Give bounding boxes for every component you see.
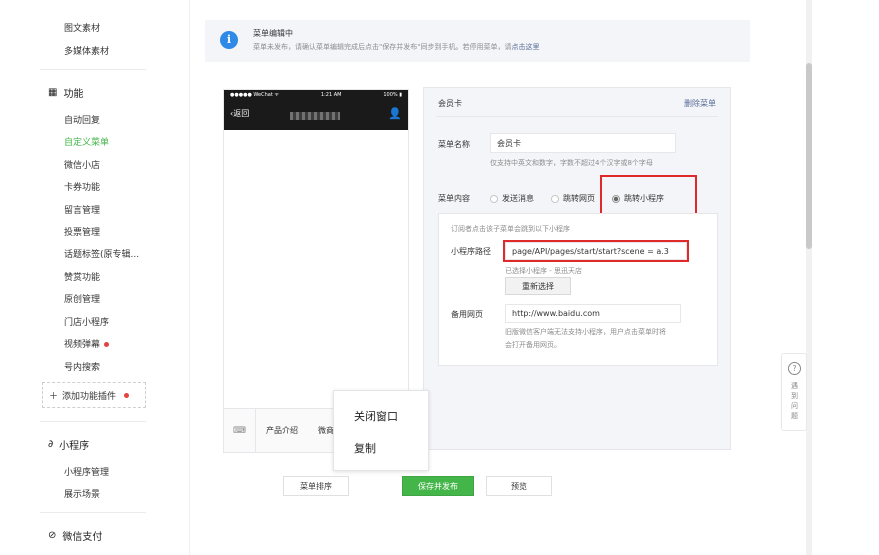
grid-icon: ▦ — [48, 87, 58, 98]
sidebar-section-function[interactable]: ▦ 功能 — [48, 85, 83, 100]
phone-menu-tab[interactable]: 产品介绍 — [256, 425, 308, 436]
sidebar-item-auto-reply[interactable]: 自动回复 — [64, 113, 100, 126]
link-icon: ∂ — [48, 439, 54, 450]
sidebar-section-miniprogram[interactable]: ∂ 小程序 — [48, 437, 89, 452]
editor-title: 会员卡 — [438, 99, 462, 108]
user-icon: 👤 — [388, 107, 402, 120]
menu-name-input[interactable]: 会员卡 — [490, 133, 676, 153]
phone-nav-bar: ‹返回 👤 — [224, 100, 408, 130]
context-menu: 关闭窗口 复制 — [333, 390, 429, 471]
context-menu-close-window[interactable]: 关闭窗口 — [354, 408, 398, 424]
status-time: 1:21 AM — [320, 92, 342, 98]
save-publish-button[interactable]: 保存并发布 — [402, 476, 474, 496]
backup-url-input[interactable]: http://www.baidu.com — [505, 304, 681, 323]
keyboard-icon: ⌨ — [224, 409, 256, 452]
preview-button[interactable]: 预览 — [486, 476, 552, 496]
sidebar-item-search[interactable]: 号内搜索 — [64, 360, 100, 373]
add-plugin-label: 添加功能插件 — [62, 391, 117, 402]
phone-title-blurred — [290, 112, 340, 120]
sidebar-divider — [40, 69, 146, 70]
sidebar-section-pay[interactable]: ⊘ 微信支付 — [48, 528, 102, 543]
notice-text: 菜单未发布，请确认菜单编辑完成后点击"保存并发布"同步到手机。若停用菜单，请点击… — [253, 42, 539, 52]
red-dot-icon — [104, 342, 110, 347]
sidebar-divider — [40, 512, 146, 513]
info-icon: i — [220, 31, 238, 49]
sidebar-item-original[interactable]: 原创管理 — [64, 292, 100, 305]
context-menu-copy[interactable]: 复制 — [354, 440, 376, 456]
notice-banner: i 菜单编辑中 菜单未发布，请确认菜单编辑完成后点击"保存并发布"同步到手机。若… — [205, 20, 750, 62]
radio-send-message[interactable]: 发送消息 — [490, 193, 534, 204]
menu-name-hint: 仅支持中英文和数字，字数不超过4个汉字或8个字母 — [490, 159, 653, 167]
scrollbar-thumb[interactable] — [806, 63, 812, 249]
notice-text-body: 菜单未发布，请确认菜单编辑完成后点击"保存并发布"同步到手机。若停用菜单，请 — [253, 43, 512, 51]
sidebar-item-wechat-store[interactable]: 微信小店 — [64, 158, 100, 171]
highlight-box — [503, 240, 689, 262]
notice-link[interactable]: 点击这里 — [511, 43, 539, 51]
selected-miniprogram-info: 已选择小程序 - 思迅天店 — [505, 267, 582, 275]
sidebar-item-store-miniprogram[interactable]: 门店小程序 — [64, 315, 109, 328]
miniprogram-settings-panel: 订阅者点击该子菜单会跳到以下小程序 小程序路径 page/API/pages/s… — [438, 213, 718, 366]
plus-icon: ＋ — [49, 391, 59, 402]
sidebar-item-custom-menu[interactable]: 自定义菜单 — [64, 135, 109, 148]
sidebar-item-graphic-material[interactable]: 图文素材 — [64, 21, 100, 34]
question-icon: ? — [788, 362, 801, 375]
notice-title: 菜单编辑中 — [253, 29, 293, 38]
menu-sort-button[interactable]: 菜单排序 — [283, 476, 349, 496]
phone-status-bar: ●●●●● WeChat ᯤ 1:21 AM 100% ▮ — [224, 90, 408, 100]
status-carrier: ●●●●● WeChat ᯤ — [230, 92, 279, 98]
backup-url-label: 备用网页 — [451, 310, 483, 319]
sidebar-item-display-scene[interactable]: 展示场景 — [64, 487, 100, 500]
sidebar-item-topic-tag[interactable]: 话题标签(原专辑... — [64, 247, 139, 260]
feedback-text: 遇到问题 — [791, 382, 798, 420]
pay-icon: ⊘ — [48, 530, 57, 541]
red-dot-icon — [124, 392, 130, 398]
backup-hint-1: 旧版微信客户端无法支持小程序，用户点击菜单时将 — [505, 328, 666, 336]
delete-menu-link[interactable]: 删除菜单 — [684, 98, 716, 109]
sidebar-section-title: 微信支付 — [62, 532, 103, 543]
sidebar-item-reward[interactable]: 赞赏功能 — [64, 270, 100, 283]
status-battery: 100% ▮ — [383, 92, 402, 98]
radio-jump-webpage[interactable]: 跳转网页 — [551, 193, 595, 204]
sidebar-item-card-coupon[interactable]: 卡券功能 — [64, 180, 100, 193]
sidebar-divider — [40, 421, 146, 422]
menu-editor-panel: 会员卡 删除菜单 菜单名称 会员卡 仅支持中英文和数字，字数不超过4个汉字或8个… — [423, 87, 731, 450]
feedback-widget[interactable]: ? 遇到问题 — [781, 353, 807, 431]
menu-name-label: 菜单名称 — [438, 140, 470, 149]
radio-circle-icon — [490, 194, 498, 203]
sub-hint: 订阅者点击该子菜单会跳到以下小程序 — [451, 225, 570, 233]
sidebar-section-title: 功能 — [63, 89, 84, 100]
sidebar-item-label: 视频弹幕 — [64, 340, 101, 350]
reselect-button[interactable]: 重新选择 — [505, 277, 571, 295]
editor-divider — [436, 116, 718, 117]
backup-hint-2: 会打开备用网页。 — [505, 341, 561, 349]
radio-label: 跳转网页 — [563, 194, 595, 203]
phone-back: ‹返回 — [230, 108, 249, 119]
radio-label: 发送消息 — [502, 194, 534, 203]
phone-back-label: 返回 — [233, 109, 250, 118]
sidebar-item-media-material[interactable]: 多媒体素材 — [64, 44, 109, 57]
sidebar-item-vote[interactable]: 投票管理 — [64, 225, 100, 238]
sidebar-item-miniprogram-manage[interactable]: 小程序管理 — [64, 465, 109, 478]
sidebar-item-comment[interactable]: 留言管理 — [64, 203, 100, 216]
highlight-box — [600, 175, 697, 215]
radio-circle-icon — [551, 194, 559, 203]
add-plugin-button[interactable]: ＋ 添加功能插件 — [42, 382, 146, 408]
menu-content-label: 菜单内容 — [438, 194, 470, 203]
sidebar-section-title: 小程序 — [59, 441, 90, 452]
sidebar-item-video-danmaku[interactable]: 视频弹幕 — [64, 337, 110, 350]
sidebar: 图文素材 多媒体素材 ▦ 功能 自动回复 自定义菜单 微信小店 卡券功能 留言管… — [0, 0, 190, 555]
path-label: 小程序路径 — [451, 247, 491, 256]
